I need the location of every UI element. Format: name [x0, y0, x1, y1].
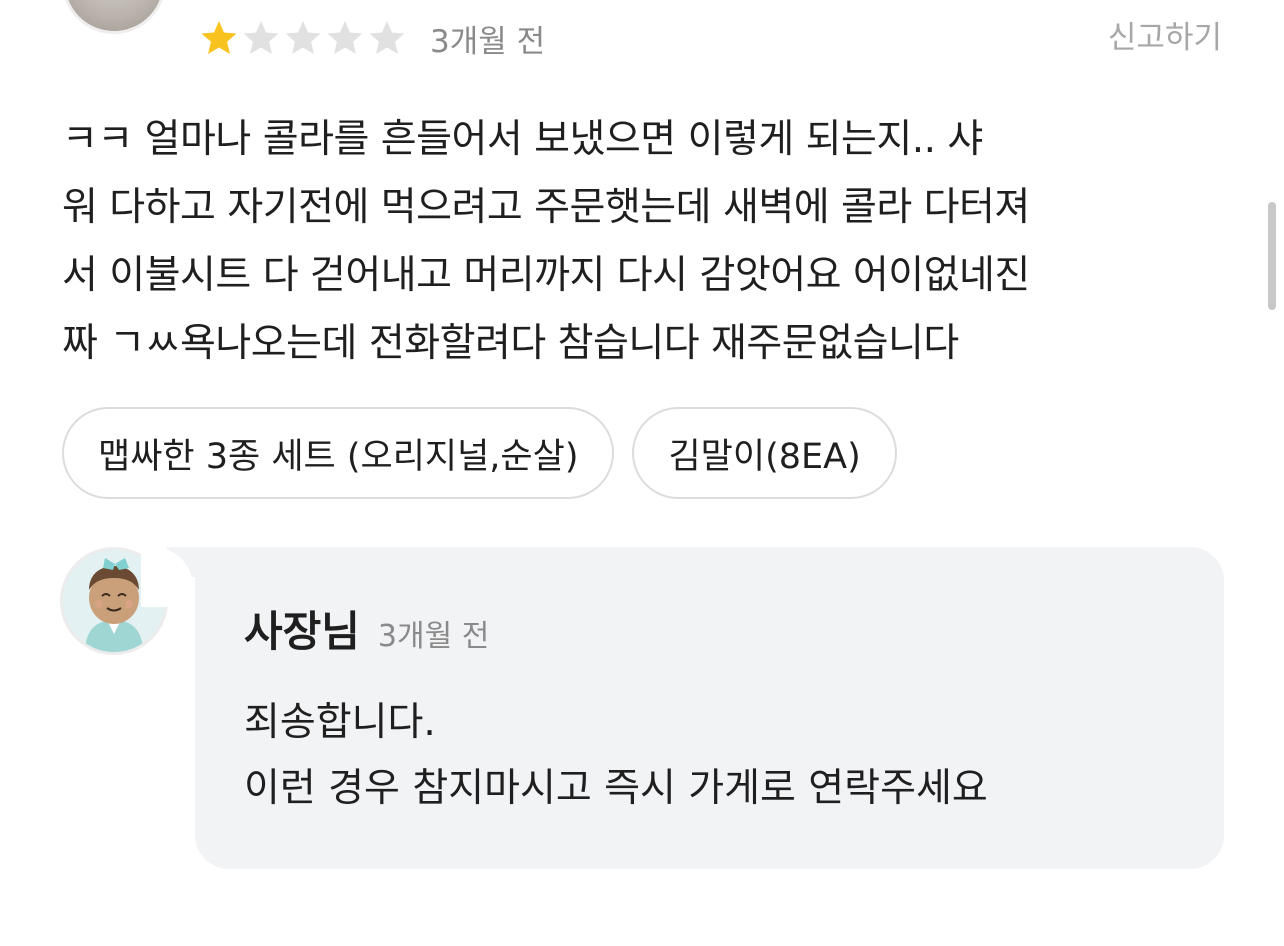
reply-date: 3개월 전 [377, 619, 490, 654]
menu-chip[interactable]: 김말이(8EA) [632, 407, 897, 499]
star-icon [242, 19, 280, 57]
review-text: ㅋㅋ 얼마나 콜라를 흔들어서 보냈으면 이렇게 되는지.. 샤 워 다하고 자… [62, 117, 1030, 366]
rating-row: 3개월 전 [200, 14, 545, 62]
ordered-menu-list: 맵싸한 3종 세트 (오리지널,순살) 김말이(8EA) [62, 407, 897, 499]
reply-text: 죄송합니다. 이런 경우 참지마시고 즉시 가게로 연락주세요 [244, 700, 988, 811]
report-button[interactable]: 신고하기 [1108, 14, 1222, 62]
star-icon [200, 19, 238, 57]
reply-header: 사장님 3개월 전 [244, 598, 489, 659]
review-date: 3개월 전 [430, 23, 546, 60]
reply-author: 사장님 [244, 607, 360, 656]
star-icon [368, 19, 406, 57]
star-icon [326, 19, 364, 57]
scrollbar-thumb[interactable] [1268, 202, 1276, 310]
star-rating [200, 19, 410, 57]
star-icon [284, 19, 322, 57]
reviewer-avatar[interactable] [62, 0, 166, 34]
menu-chip[interactable]: 맵싸한 3종 세트 (오리지널,순살) [62, 407, 615, 499]
